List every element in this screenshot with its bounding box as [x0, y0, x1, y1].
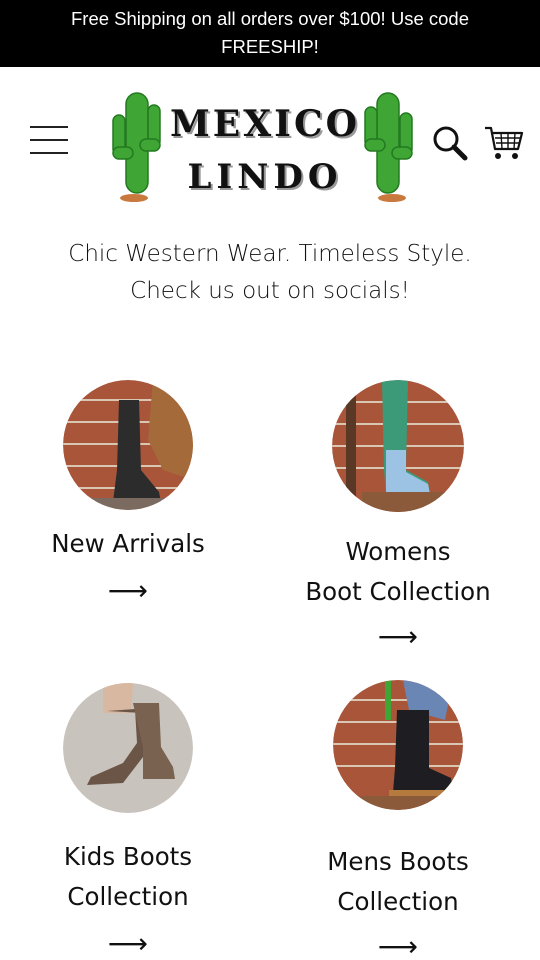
- tile-label-line1: New Arrivals: [51, 529, 205, 558]
- site-header: MEXICO LINDO: [0, 67, 540, 217]
- logo-text-line1: MEXICO: [169, 103, 361, 145]
- arrow-right-icon[interactable]: ⟶: [263, 622, 533, 652]
- shopping-cart-icon[interactable]: [484, 125, 524, 161]
- mexico-lindo-logo[interactable]: MEXICO LINDO: [110, 77, 420, 202]
- logo-text-line2: LINDO: [187, 157, 343, 197]
- tile-label-line1: Kids Boots: [63, 842, 193, 871]
- tagline-line1: Chic Western Wear. Timeless Style.: [68, 241, 472, 267]
- arrow-right-icon[interactable]: ⟶: [0, 576, 263, 606]
- tile-label-line1: Womens: [345, 537, 451, 566]
- collection-womens-boots[interactable]: Womens Boot Collection ⟶: [263, 380, 533, 652]
- tile-label-line1: Mens Boots: [327, 847, 469, 876]
- tagline-line2: Check us out on socials!: [130, 278, 410, 304]
- arrow-right-icon[interactable]: ⟶: [263, 932, 533, 960]
- womens-boots-image: [332, 380, 464, 512]
- search-icon[interactable]: [432, 125, 468, 161]
- collection-kids-boots[interactable]: Kids Boots Collection ⟶: [0, 683, 263, 959]
- tile-label-line2: Collection: [67, 882, 189, 911]
- kids-boots-image: [63, 683, 193, 813]
- new-arrivals-image: [63, 380, 193, 510]
- collection-mens-boots[interactable]: Mens Boots Collection ⟶: [263, 680, 533, 960]
- announcement-text: Free Shipping on all orders over $100! U…: [71, 8, 469, 57]
- arrow-right-icon[interactable]: ⟶: [0, 929, 263, 959]
- tagline: Chic Western Wear. Timeless Style. Check…: [0, 236, 540, 310]
- collection-new-arrivals[interactable]: New Arrivals ⟶: [0, 380, 263, 606]
- announcement-bar: Free Shipping on all orders over $100! U…: [0, 0, 540, 67]
- hamburger-menu-icon[interactable]: [30, 124, 70, 158]
- tile-label-line2: Collection: [337, 887, 459, 916]
- mens-boots-image: [333, 680, 463, 810]
- tile-label-line2: Boot Collection: [305, 577, 491, 606]
